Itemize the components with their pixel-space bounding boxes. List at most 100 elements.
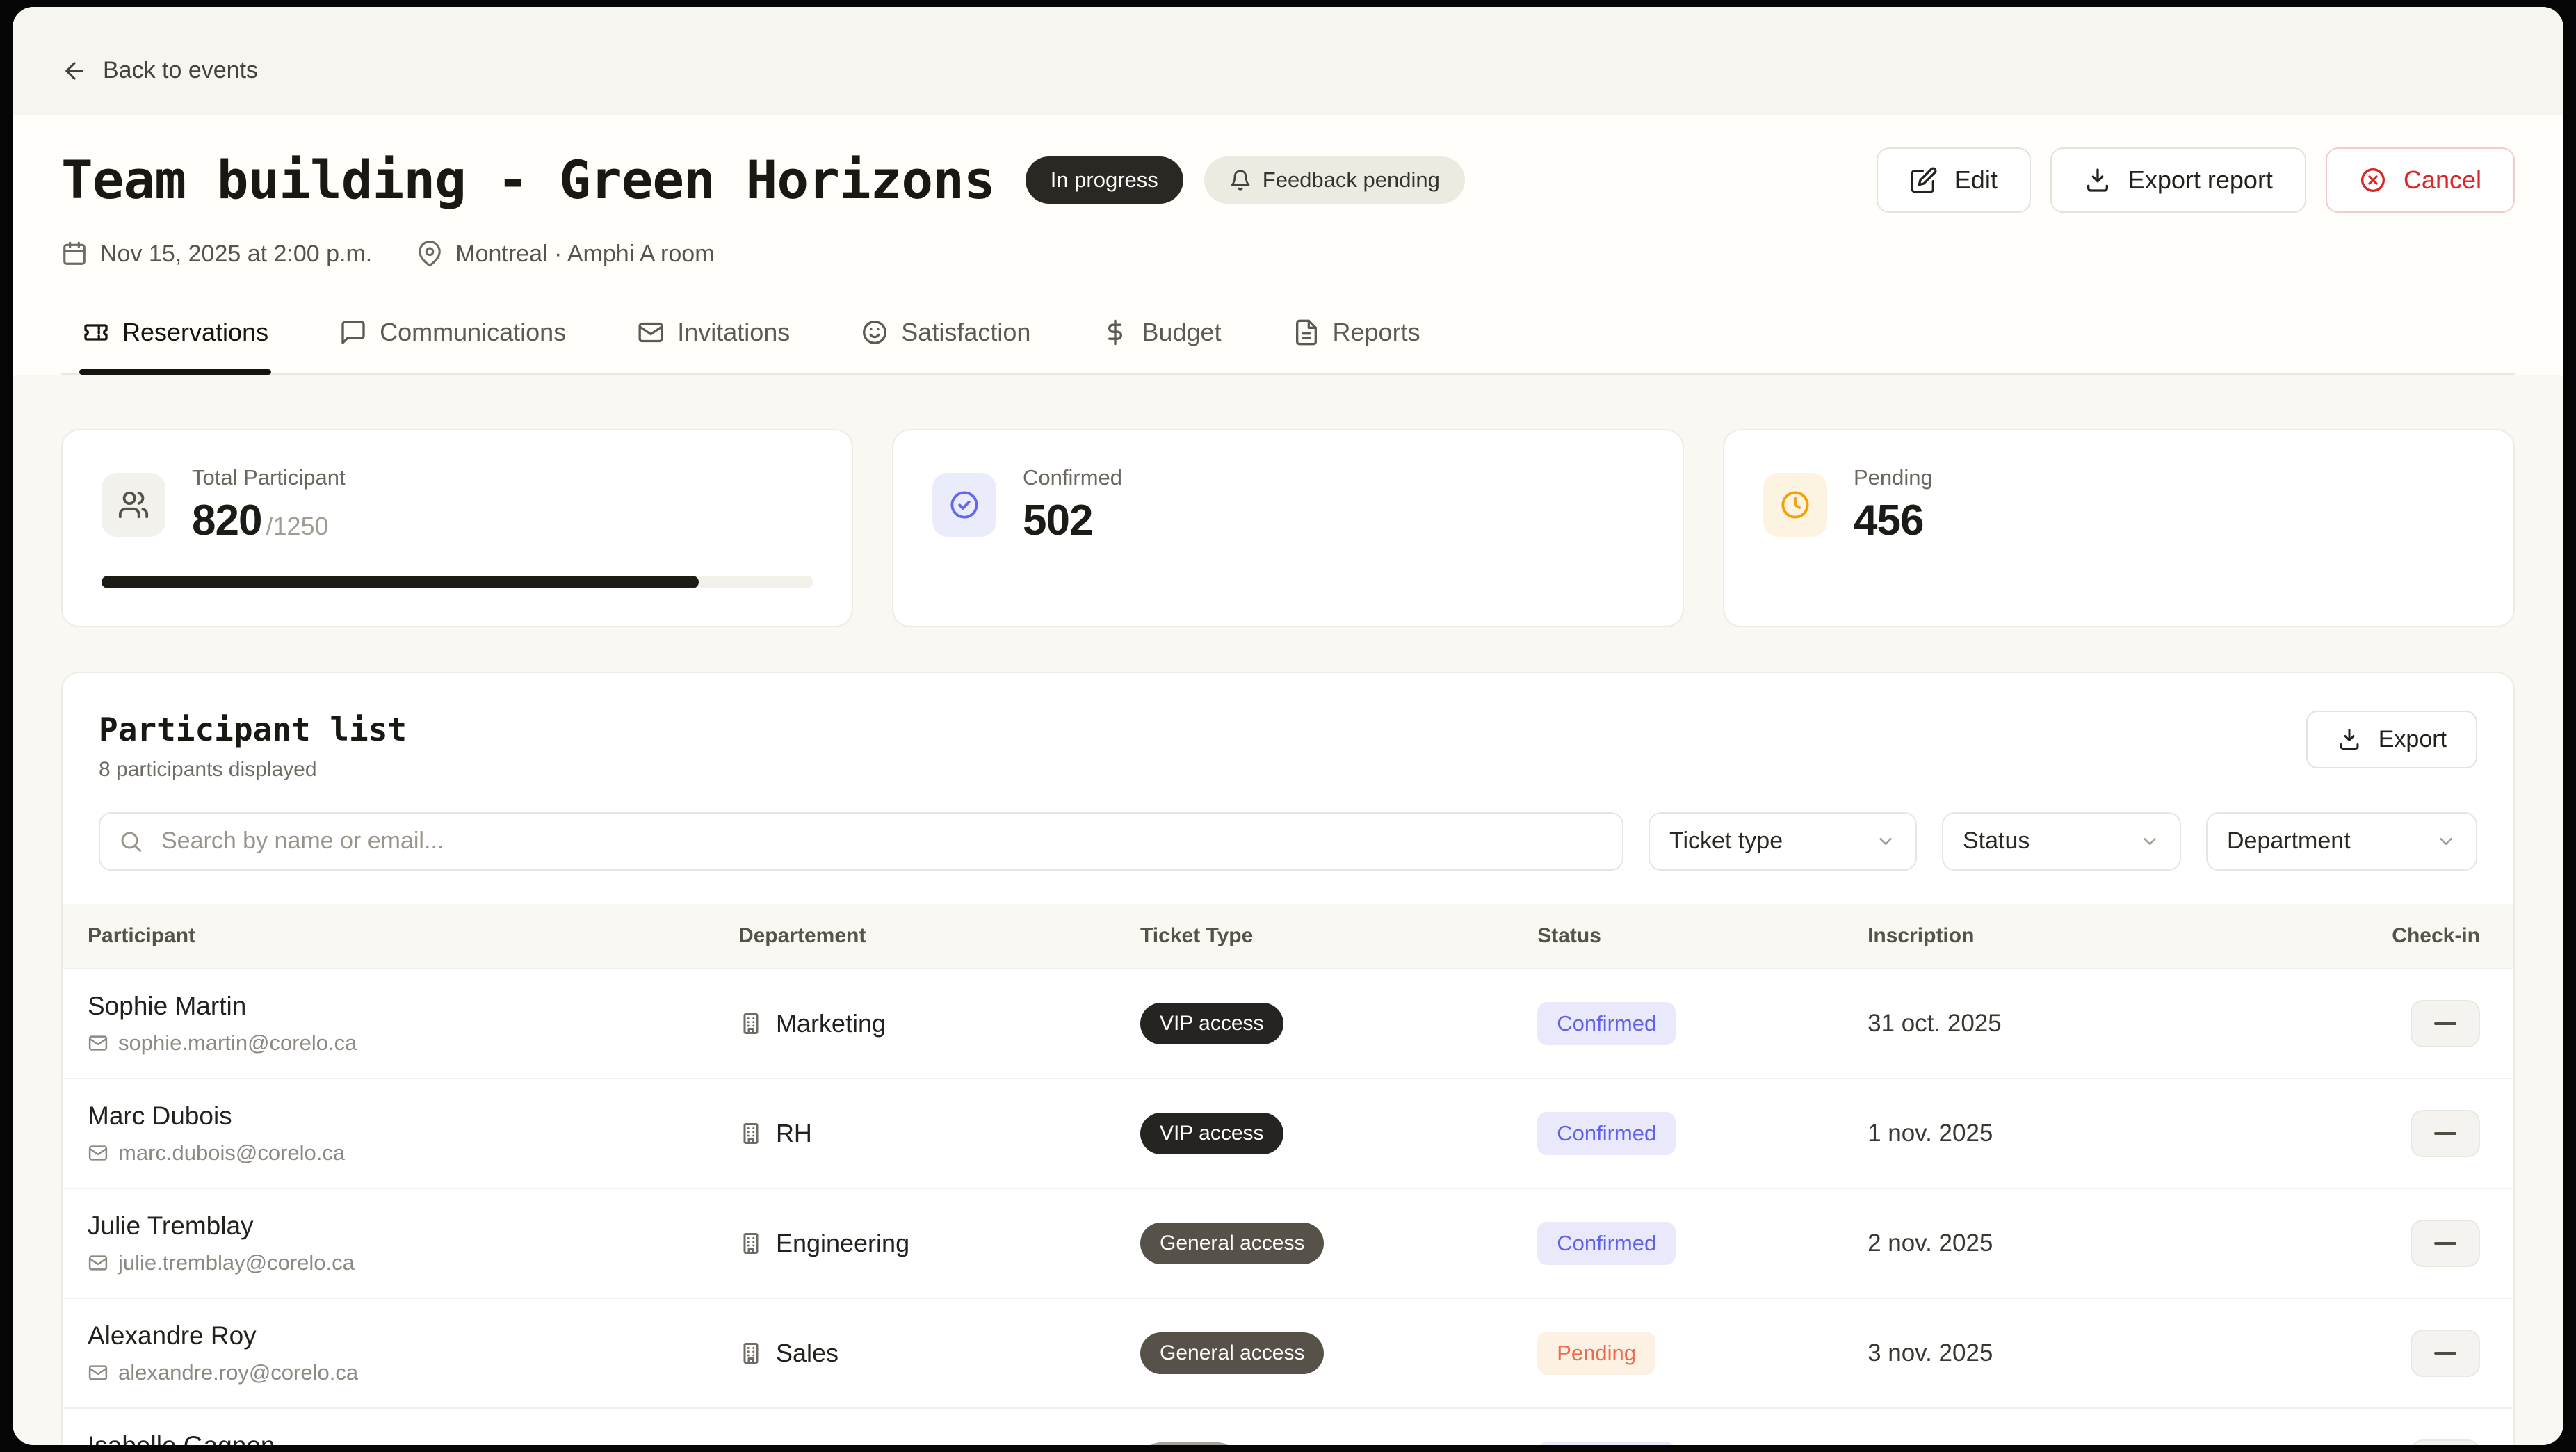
envelope-icon bbox=[88, 1362, 108, 1383]
department-filter[interactable]: Department bbox=[2206, 812, 2477, 871]
stat-value: 502 bbox=[1023, 496, 1092, 545]
ticket-badge: VIP access bbox=[1140, 1113, 1283, 1154]
stat-label: Pending bbox=[1854, 465, 1933, 490]
inscription-date: 2 nov. 2025 bbox=[1868, 1229, 2265, 1257]
building-icon bbox=[738, 1121, 763, 1146]
participant-email: alexandre.roy@corelo.ca bbox=[118, 1360, 358, 1385]
checkin-button[interactable] bbox=[2411, 1220, 2480, 1267]
export-label: Export bbox=[2379, 726, 2447, 753]
cancel-button[interactable]: Cancel bbox=[2326, 147, 2515, 213]
tab-invitations[interactable]: Invitations bbox=[634, 318, 793, 373]
table-row: Alexandre Roy alexandre.roy@corelo.ca Sa… bbox=[63, 1298, 2513, 1407]
checkin-button[interactable] bbox=[2411, 1110, 2480, 1157]
tab-label: Communications bbox=[380, 318, 566, 347]
arrow-left-icon bbox=[61, 58, 88, 84]
col-department: Departement bbox=[738, 924, 1140, 948]
envelope-icon bbox=[637, 318, 665, 346]
stat-card-total: Total Participant 820 /1250 bbox=[61, 429, 853, 627]
status-badge: Confirmed bbox=[1537, 1442, 1676, 1446]
users-icon bbox=[102, 473, 165, 537]
event-header: Team building - Green Horizons In progre… bbox=[13, 115, 2563, 375]
event-location-label: Montreal · Amphi A room bbox=[455, 241, 714, 268]
department-value: Engineering bbox=[776, 1229, 909, 1258]
back-label: Back to events bbox=[103, 57, 258, 84]
event-meta: Nov 15, 2025 at 2:00 p.m. Montreal · Amp… bbox=[61, 241, 2515, 268]
col-participant: Participant bbox=[88, 924, 738, 948]
envelope-icon bbox=[88, 1033, 108, 1054]
event-location: Montreal · Amphi A room bbox=[416, 241, 714, 268]
chevron-down-icon bbox=[2436, 831, 2456, 852]
tab-satisfaction[interactable]: Satisfaction bbox=[858, 318, 1033, 373]
participant-list-title: Participant list bbox=[99, 711, 407, 748]
check-circle-icon bbox=[932, 473, 996, 537]
cancel-label: Cancel bbox=[2404, 166, 2481, 195]
edit-button[interactable]: Edit bbox=[1877, 147, 2031, 213]
ticket-badge: General access bbox=[1140, 1223, 1324, 1264]
tab-bar: Reservations Communications Invitations … bbox=[61, 318, 2515, 375]
status-badge: In progress bbox=[1026, 156, 1183, 204]
participant-list-card: Participant list 8 participants displaye… bbox=[61, 672, 2515, 1446]
document-icon bbox=[1293, 318, 1320, 346]
envelope-icon bbox=[88, 1143, 108, 1163]
status-filter[interactable]: Status bbox=[1942, 812, 2181, 871]
participant-name: Marc Dubois bbox=[88, 1102, 738, 1131]
inscription-date: 1 nov. 2025 bbox=[1868, 1120, 2265, 1147]
department-value: RH bbox=[776, 1119, 812, 1148]
page-title: Team building - Green Horizons bbox=[61, 149, 995, 211]
calendar-icon bbox=[61, 241, 88, 267]
tab-label: Satisfaction bbox=[901, 318, 1030, 347]
stat-card-pending: Pending 456 bbox=[1723, 429, 2515, 627]
tab-label: Reports bbox=[1333, 318, 1420, 347]
smiley-icon bbox=[861, 318, 889, 346]
event-date: Nov 15, 2025 at 2:00 p.m. bbox=[61, 241, 372, 268]
ticket-badge: General access bbox=[1140, 1332, 1324, 1374]
inscription-date: 31 oct. 2025 bbox=[1868, 1010, 2265, 1038]
search-input[interactable] bbox=[99, 812, 1623, 871]
export-report-button[interactable]: Export report bbox=[2050, 147, 2306, 213]
back-to-events-link[interactable]: Back to events bbox=[61, 57, 258, 84]
participant-email: julie.tremblay@corelo.ca bbox=[118, 1250, 355, 1275]
capacity-progress-bar bbox=[102, 576, 813, 588]
progress-fill bbox=[102, 576, 699, 588]
header-actions: Edit Export report Cancel bbox=[1877, 147, 2515, 213]
tab-budget[interactable]: Budget bbox=[1099, 318, 1224, 373]
search-box bbox=[99, 812, 1623, 871]
tab-reports[interactable]: Reports bbox=[1290, 318, 1423, 373]
building-icon bbox=[738, 1231, 763, 1256]
badges: In progress Feedback pending bbox=[1026, 156, 1465, 204]
stat-cards: Total Participant 820 /1250 Confirmed bbox=[61, 429, 2515, 627]
minus-icon bbox=[2434, 1352, 2456, 1355]
tab-communications[interactable]: Communications bbox=[337, 318, 569, 373]
table-row: Isabelle Gagnon isabelle.gagnon@corelo.c… bbox=[63, 1407, 2513, 1446]
app-window: Back to events Team building - Green Hor… bbox=[13, 7, 2563, 1445]
stat-value: 456 bbox=[1854, 496, 1923, 545]
ticket-badge: VIP access bbox=[1140, 1003, 1283, 1044]
feedback-badge: Feedback pending bbox=[1204, 156, 1465, 204]
download-icon bbox=[2084, 166, 2112, 194]
participant-email: sophie.martin@corelo.ca bbox=[118, 1031, 357, 1056]
stat-value: 820 bbox=[192, 496, 261, 545]
export-button[interactable]: Export bbox=[2306, 711, 2477, 768]
department-value: Sales bbox=[776, 1339, 839, 1368]
stat-total: /1250 bbox=[266, 512, 328, 541]
stat-label: Total Participant bbox=[192, 465, 346, 490]
tab-label: Budget bbox=[1142, 318, 1221, 347]
ticket-type-filter[interactable]: Ticket type bbox=[1649, 812, 1917, 871]
participant-name: Julie Tremblay bbox=[88, 1211, 738, 1241]
clock-icon bbox=[1763, 473, 1827, 537]
chat-bubble-icon bbox=[339, 318, 367, 346]
table-row: Sophie Martin sophie.martin@corelo.ca Ma… bbox=[63, 968, 2513, 1078]
participant-name: Alexandre Roy bbox=[88, 1321, 738, 1350]
dollar-icon bbox=[1101, 318, 1129, 346]
checkin-button[interactable] bbox=[2411, 1000, 2480, 1047]
tab-reservations[interactable]: Reservations bbox=[79, 318, 271, 373]
col-ticket-type: Ticket Type bbox=[1140, 924, 1537, 948]
status-badge: Pending bbox=[1537, 1332, 1655, 1375]
col-checkin: Check-in bbox=[2392, 924, 2480, 948]
status-badge: Confirmed bbox=[1537, 1222, 1676, 1265]
chevron-down-icon bbox=[2139, 831, 2160, 852]
checkin-button[interactable] bbox=[2411, 1439, 2480, 1446]
checkin-button[interactable] bbox=[2411, 1330, 2480, 1377]
building-icon bbox=[738, 1341, 763, 1366]
inscription-date: 3 nov. 2025 bbox=[1868, 1339, 2265, 1367]
